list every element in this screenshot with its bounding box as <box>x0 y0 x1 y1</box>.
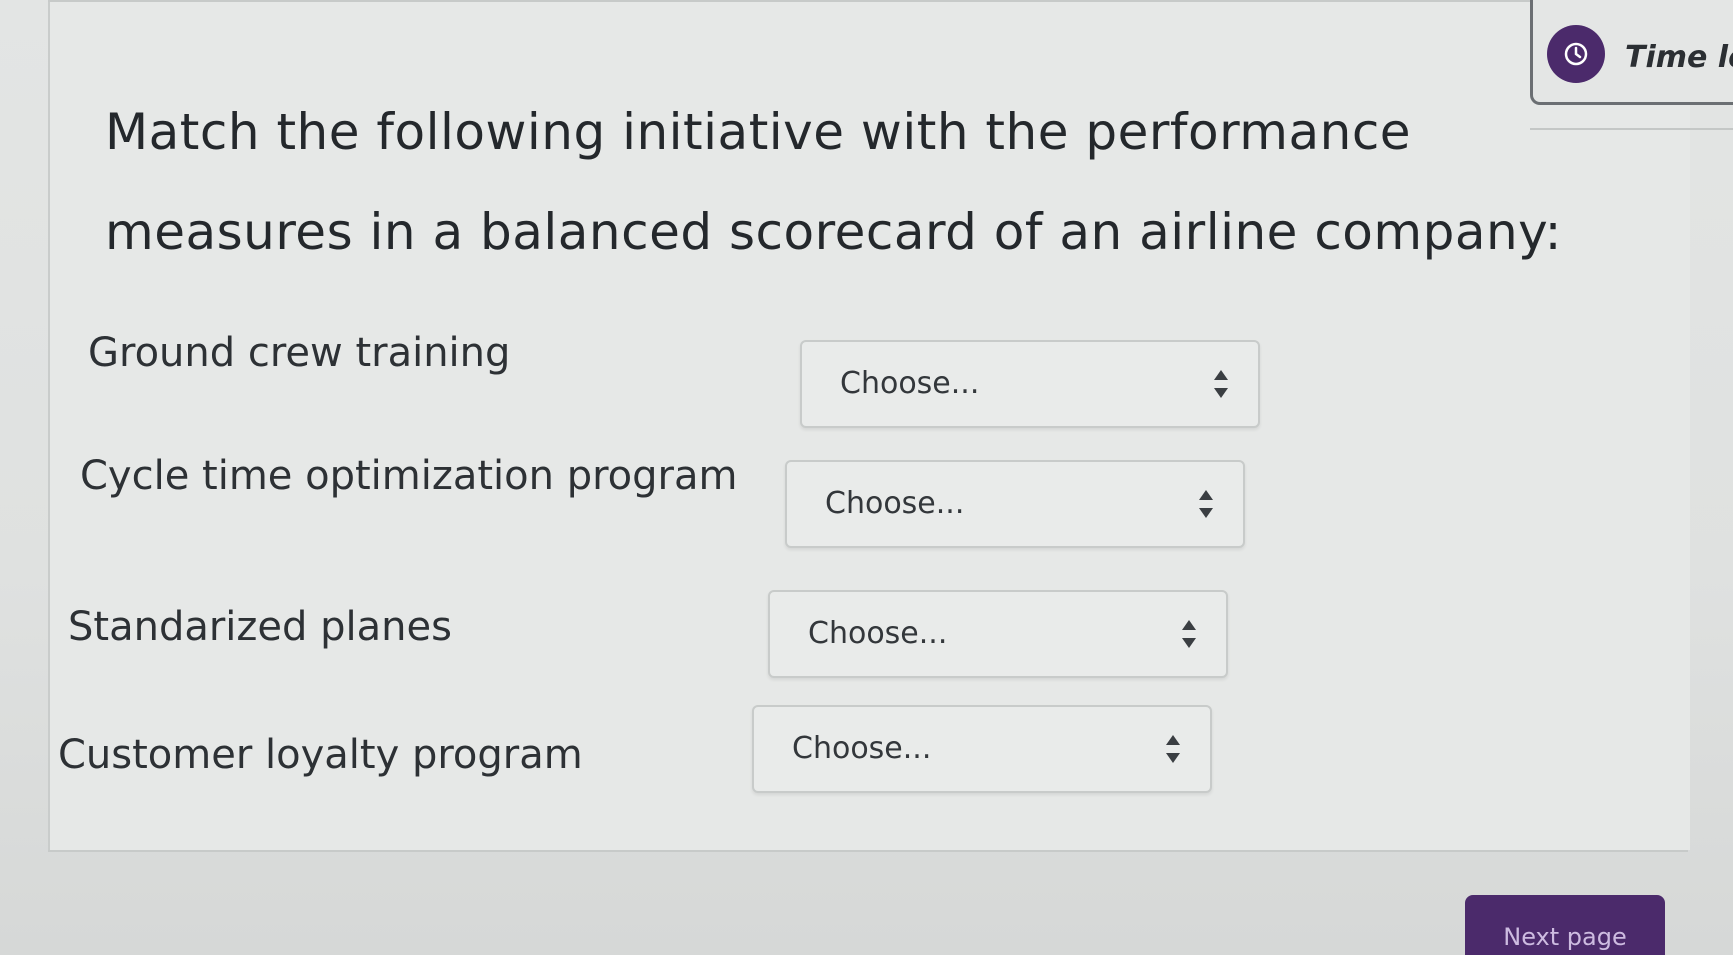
select-value: Choose... <box>825 486 965 521</box>
sort-arrows-icon <box>1166 735 1180 763</box>
select-value: Choose... <box>840 366 980 401</box>
sort-arrows-icon <box>1214 370 1228 398</box>
row-label-ground-crew: Ground crew training <box>88 330 511 376</box>
bottom-divider <box>48 850 1688 852</box>
timer-icon <box>1547 25 1605 83</box>
select-standarized-planes[interactable]: Choose... <box>768 590 1228 678</box>
question-text: Match the following initiative with the … <box>105 103 1562 261</box>
sort-arrows-icon <box>1199 490 1213 518</box>
sort-arrows-icon <box>1182 620 1196 648</box>
row-label-customer-loyalty: Customer loyalty program <box>58 732 583 778</box>
quiz-page: Time left Match the following initiative… <box>0 0 1733 955</box>
next-page-button[interactable]: Next page <box>1465 895 1665 955</box>
select-value: Choose... <box>792 731 932 766</box>
top-divider <box>48 0 1733 2</box>
select-ground-crew[interactable]: Choose... <box>800 340 1260 428</box>
select-cycle-time[interactable]: Choose... <box>785 460 1245 548</box>
select-value: Choose... <box>808 616 948 651</box>
timer-label: Time left <box>1625 40 1733 75</box>
row-label-cycle-time: Cycle time optimization program <box>80 453 738 499</box>
select-customer-loyalty[interactable]: Choose... <box>752 705 1212 793</box>
row-label-standarized-planes: Standarized planes <box>68 604 452 650</box>
